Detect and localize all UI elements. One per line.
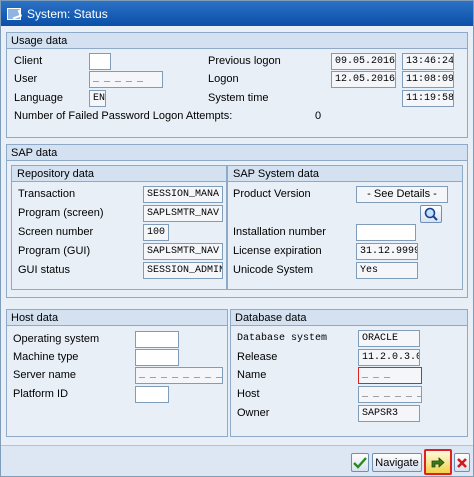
host-data-heading: Host data xyxy=(7,310,227,326)
platform-id-label: Platform ID xyxy=(13,388,69,400)
status-window: System: Status Usage data Client User _ … xyxy=(0,0,474,477)
client-field[interactable] xyxy=(89,53,111,70)
magnifier-icon xyxy=(424,207,438,221)
client-label: Client xyxy=(14,55,43,67)
system-time-field[interactable]: 11:19:58 xyxy=(402,90,454,107)
db-host-field[interactable]: _ _ _ _ _ _ _ xyxy=(358,386,422,403)
product-version-label: Product Version xyxy=(233,188,311,200)
program-gui-label: Program (GUI) xyxy=(18,245,91,257)
previous-logon-time-field[interactable]: 13:46:24 xyxy=(402,53,454,70)
server-name-field[interactable]: _ _ _ _ _ _ _ _ _ _ _ _ _ _J xyxy=(135,367,223,384)
program-screen-label: Program (screen) xyxy=(18,207,104,219)
installation-number-label: Installation number xyxy=(233,226,326,238)
title-bar: System: Status xyxy=(1,1,473,26)
db-name-field[interactable]: _ _ _ xyxy=(358,367,422,384)
repository-data-heading: Repository data xyxy=(12,166,226,182)
system-time-label: System time xyxy=(208,92,269,104)
transaction-label: Transaction xyxy=(18,188,76,200)
logon-label: Logon xyxy=(208,73,239,85)
host-data-group: Host data Operating system Machine type … xyxy=(6,309,228,437)
gui-status-field[interactable]: SESSION_ADMIN xyxy=(143,262,223,279)
navigate-button[interactable]: Navigate xyxy=(372,453,422,472)
license-expiration-label: License expiration xyxy=(233,245,322,257)
usage-data-heading: Usage data xyxy=(7,33,467,49)
usage-data-group: Usage data Client User _ _ _ _ _ Languag… xyxy=(6,32,468,138)
release-field[interactable]: 11.2.0.3.0 xyxy=(358,349,420,366)
details-button[interactable] xyxy=(420,205,442,223)
machine-type-label: Machine type xyxy=(13,351,79,363)
platform-id-field[interactable] xyxy=(135,386,169,403)
owner-field[interactable]: SAPSR3 xyxy=(358,405,420,422)
program-screen-field[interactable]: SAPLSMTR_NAV xyxy=(143,205,223,222)
db-host-label: Host xyxy=(237,388,260,400)
transaction-field[interactable]: SESSION_MANA xyxy=(143,186,223,203)
confirm-button[interactable] xyxy=(351,453,369,472)
owner-label: Owner xyxy=(237,407,270,419)
footer-toolbar: Navigate xyxy=(1,445,473,476)
sap-data-group: SAP data Repository data Transaction SES… xyxy=(6,144,468,298)
user-field[interactable]: _ _ _ _ _ xyxy=(89,71,163,88)
screen-number-field[interactable]: 100 xyxy=(143,224,169,241)
server-name-label: Server name xyxy=(13,369,76,381)
machine-type-field[interactable] xyxy=(135,349,179,366)
db-name-label: Name xyxy=(237,369,267,381)
window-title: System: Status xyxy=(27,6,108,21)
gui-status-label: GUI status xyxy=(18,264,70,276)
previous-logon-date-field[interactable]: 09.05.2016 xyxy=(331,53,396,70)
cancel-button[interactable] xyxy=(454,453,470,472)
repository-data-group: Repository data Transaction SESSION_MANA… xyxy=(11,165,227,290)
failed-logon-label: Number of Failed Password Logon Attempts… xyxy=(14,110,233,122)
checkmark-icon xyxy=(353,456,367,469)
user-label: User xyxy=(14,73,38,85)
language-label: Language xyxy=(14,92,63,104)
continue-arrow-icon xyxy=(431,457,445,468)
product-version-field[interactable]: - See Details - xyxy=(356,186,448,203)
release-label: Release xyxy=(237,351,278,363)
database-data-group: Database data Database system ORACLE Rel… xyxy=(230,309,468,437)
screen-number-label: Screen number xyxy=(18,226,94,238)
installation-number-field[interactable] xyxy=(356,224,416,241)
sap-system-data-heading: SAP System data xyxy=(228,166,462,182)
previous-logon-label: Previous logon xyxy=(208,55,281,67)
continue-button[interactable] xyxy=(424,449,452,475)
sap-system-data-group: SAP System data Product Version - See De… xyxy=(227,165,463,290)
license-expiration-field[interactable]: 31.12.9999 xyxy=(356,243,418,260)
window-icon xyxy=(7,7,21,20)
failed-logon-value: 0 xyxy=(315,110,322,122)
database-system-label: Database system xyxy=(237,333,328,344)
database-system-field[interactable]: ORACLE xyxy=(358,330,420,347)
operating-system-field[interactable] xyxy=(135,331,179,348)
operating-system-label: Operating system xyxy=(13,333,100,345)
language-field[interactable]: EN xyxy=(89,90,106,107)
logon-time-field[interactable]: 11:08:09 xyxy=(402,71,454,88)
program-gui-field[interactable]: SAPLSMTR_NAV xyxy=(143,243,223,260)
close-icon xyxy=(457,457,467,468)
logon-date-field[interactable]: 12.05.2016 xyxy=(331,71,396,88)
unicode-system-label: Unicode System xyxy=(233,264,314,276)
sap-data-heading: SAP data xyxy=(7,145,467,161)
database-data-heading: Database data xyxy=(231,310,467,326)
unicode-system-field[interactable]: Yes xyxy=(356,262,418,279)
